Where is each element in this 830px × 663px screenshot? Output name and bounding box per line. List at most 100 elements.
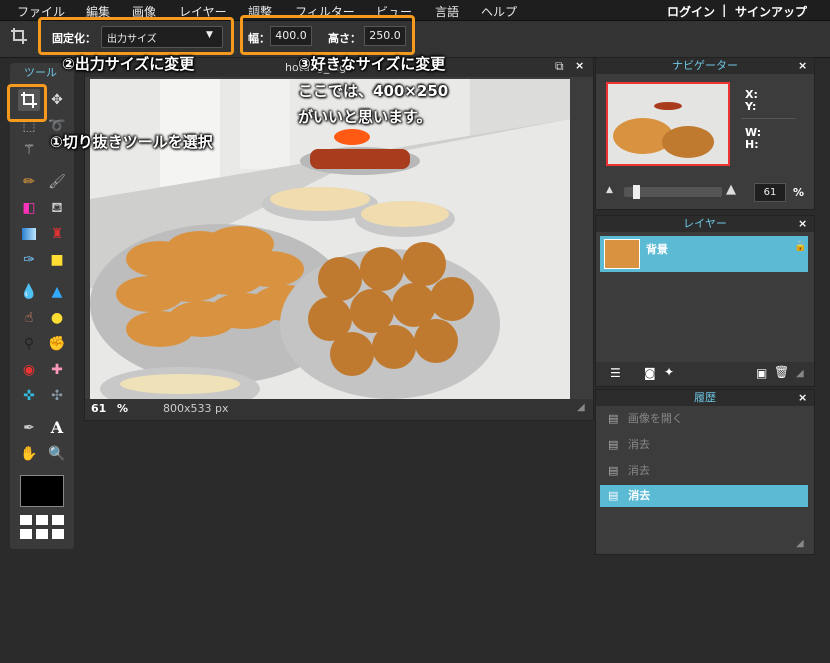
resize-grip-icon[interactable]: ◢ xyxy=(577,402,585,413)
zoom-in-icon[interactable]: ▲ xyxy=(726,182,736,197)
nav-divider xyxy=(741,118,796,119)
account-separator: | xyxy=(722,3,727,17)
blur-icon: 💧 xyxy=(20,284,38,300)
hand-icon: ✋ xyxy=(20,446,38,462)
navigator-panel: ナビゲーター × X: Y: W: H: ▲ ▲ 61 % xyxy=(595,57,815,210)
close-icon[interactable]: × xyxy=(798,59,807,72)
brush-icon: 🖌 xyxy=(48,174,66,190)
burn-tool-button[interactable]: ✊ xyxy=(46,333,68,355)
dodge-tool-button[interactable]: ⚲ xyxy=(18,333,40,355)
annotation-step3-line2: ここでは、400×250 xyxy=(298,82,449,100)
spotheal-icon: ✚ xyxy=(51,362,63,378)
menu-help[interactable]: ヘルプ xyxy=(481,3,517,20)
sharpen-icon: ▲ xyxy=(51,284,63,300)
resize-grip-icon[interactable]: ◢ xyxy=(796,368,804,379)
layer-mask-icon[interactable]: ◙ xyxy=(644,366,656,380)
bucket-tool-button[interactable]: ⛾ xyxy=(46,197,68,219)
history-doc-icon: ▤ xyxy=(608,464,619,477)
highlight-size-inputs xyxy=(240,15,415,55)
zoom-slider[interactable] xyxy=(624,185,722,199)
zoom-out-icon[interactable]: ▲ xyxy=(606,185,613,195)
gradient-tool-button[interactable] xyxy=(18,223,40,245)
text-tool-button[interactable]: A xyxy=(46,417,68,439)
primary-color-fill xyxy=(21,476,63,506)
sponge-tool-button[interactable]: ● xyxy=(46,307,68,329)
text-icon: A xyxy=(50,418,64,437)
zoom-icon: 🔍 xyxy=(48,446,66,462)
color-replace-icon: ✑ xyxy=(23,252,35,268)
primary-color-swatch[interactable] xyxy=(20,475,64,507)
grid-icon[interactable] xyxy=(20,515,64,541)
close-icon[interactable]: × xyxy=(575,59,584,72)
spotheal-tool-button[interactable]: ✚ xyxy=(46,359,68,381)
pinch-icon: ✣ xyxy=(51,388,63,404)
eraser-tool-button[interactable]: ◧ xyxy=(18,197,40,219)
history-title: 履歴 xyxy=(596,390,814,406)
menu-language[interactable]: 言語 xyxy=(435,3,459,20)
brush-tool-button[interactable]: 🖌 xyxy=(46,171,68,193)
resize-grip-icon[interactable]: ◢ xyxy=(796,538,804,549)
layers-toolbar: ☰ ◙ ✦ ▣ 🗑 ◢ xyxy=(596,362,814,386)
smudge-tool-button[interactable]: ☝ xyxy=(18,307,40,329)
bloat-tool-button[interactable]: ✜ xyxy=(18,385,40,407)
blur-tool-button[interactable]: 💧 xyxy=(18,281,40,303)
nav-zoom-input[interactable]: 61 xyxy=(754,183,786,202)
annotation-step3-line1: ③好きなサイズに変更 xyxy=(298,55,446,73)
layer-thumbnail xyxy=(604,239,640,269)
layer-styles-icon[interactable]: ✦ xyxy=(664,365,674,379)
history-item[interactable]: ▤ 消去 xyxy=(600,460,808,482)
history-item-label: 画像を開く xyxy=(627,412,683,425)
nav-zoom-unit: % xyxy=(793,186,805,199)
bloat-icon: ✜ xyxy=(23,388,35,404)
pinch-tool-button[interactable]: ✣ xyxy=(46,385,68,407)
highlight-fixed-mode xyxy=(38,17,234,55)
move-tool-button[interactable]: ✥ xyxy=(46,89,68,111)
history-item-label: 消去 xyxy=(627,464,650,477)
annotation-step2: ②出力サイズに変更 xyxy=(62,55,195,73)
layers-panel: レイヤー × 背景 🔒 ☰ ◙ ✦ ▣ 🗑 ◢ xyxy=(595,215,815,387)
zoom-value[interactable]: 61 xyxy=(91,402,106,415)
maximize-icon[interactable]: ⧉ xyxy=(555,59,564,74)
history-item[interactable]: ▤ 消去 xyxy=(600,434,808,456)
pencil-tool-button[interactable]: ✏ xyxy=(18,171,40,193)
signup-link[interactable]: サインアップ xyxy=(735,3,807,20)
layer-row[interactable]: 背景 🔒 xyxy=(600,236,808,272)
zoom-tool-button[interactable]: 🔍 xyxy=(46,443,68,465)
navigator-title: ナビゲーター xyxy=(596,58,814,74)
sponge-icon: ● xyxy=(50,310,64,326)
stamp-tool-button[interactable]: ♜ xyxy=(46,223,68,245)
history-item-selected[interactable]: ▤ 消去 xyxy=(600,485,808,507)
lock-icon[interactable]: 🔒 xyxy=(794,241,806,252)
history-panel: 履歴 × ▤ 画像を開く ▤ 消去 ▤ 消去 ▤ 消去 ◢ xyxy=(595,389,815,555)
history-item-label: 消去 xyxy=(628,489,651,502)
annotation-step1: ①切り抜きツールを選択 xyxy=(50,133,213,151)
redeye-tool-button[interactable]: ◉ xyxy=(18,359,40,381)
burn-icon: ✊ xyxy=(48,336,66,352)
history-doc-icon: ▤ xyxy=(608,412,619,425)
delete-layer-icon[interactable]: 🗑 xyxy=(774,365,789,379)
stamp-icon: ♜ xyxy=(50,226,64,242)
picker-tool-button[interactable]: ✒ xyxy=(18,417,40,439)
layer-settings-icon[interactable]: ☰ xyxy=(610,366,621,380)
color-replace-tool-button[interactable]: ✑ xyxy=(18,249,40,271)
shape-tool-button[interactable]: ■ xyxy=(46,249,68,271)
layers-title: レイヤー xyxy=(596,216,814,232)
nav-h-label: H: xyxy=(745,138,759,151)
new-layer-icon[interactable]: ▣ xyxy=(756,366,767,380)
zoom-slider-knob[interactable] xyxy=(633,185,640,199)
smudge-icon: ☝ xyxy=(24,310,34,326)
redeye-icon: ◉ xyxy=(22,362,36,378)
login-link[interactable]: ログイン xyxy=(667,3,715,20)
annotation-step3-line3: がいいと思います。 xyxy=(298,108,432,126)
history-item[interactable]: ▤ 画像を開く xyxy=(600,408,808,430)
history-doc-icon: ▤ xyxy=(608,489,619,502)
canvas-image[interactable] xyxy=(90,79,570,399)
navigator-thumbnail[interactable] xyxy=(606,82,730,166)
history-doc-icon: ▤ xyxy=(608,438,619,451)
close-icon[interactable]: × xyxy=(798,217,807,230)
hand-tool-button[interactable]: ✋ xyxy=(18,443,40,465)
close-icon[interactable]: × xyxy=(798,391,807,404)
sharpen-tool-button[interactable]: ▲ xyxy=(46,281,68,303)
tools-title: ツール xyxy=(24,66,57,79)
wand-tool-button[interactable]: ⚚ xyxy=(18,139,40,161)
